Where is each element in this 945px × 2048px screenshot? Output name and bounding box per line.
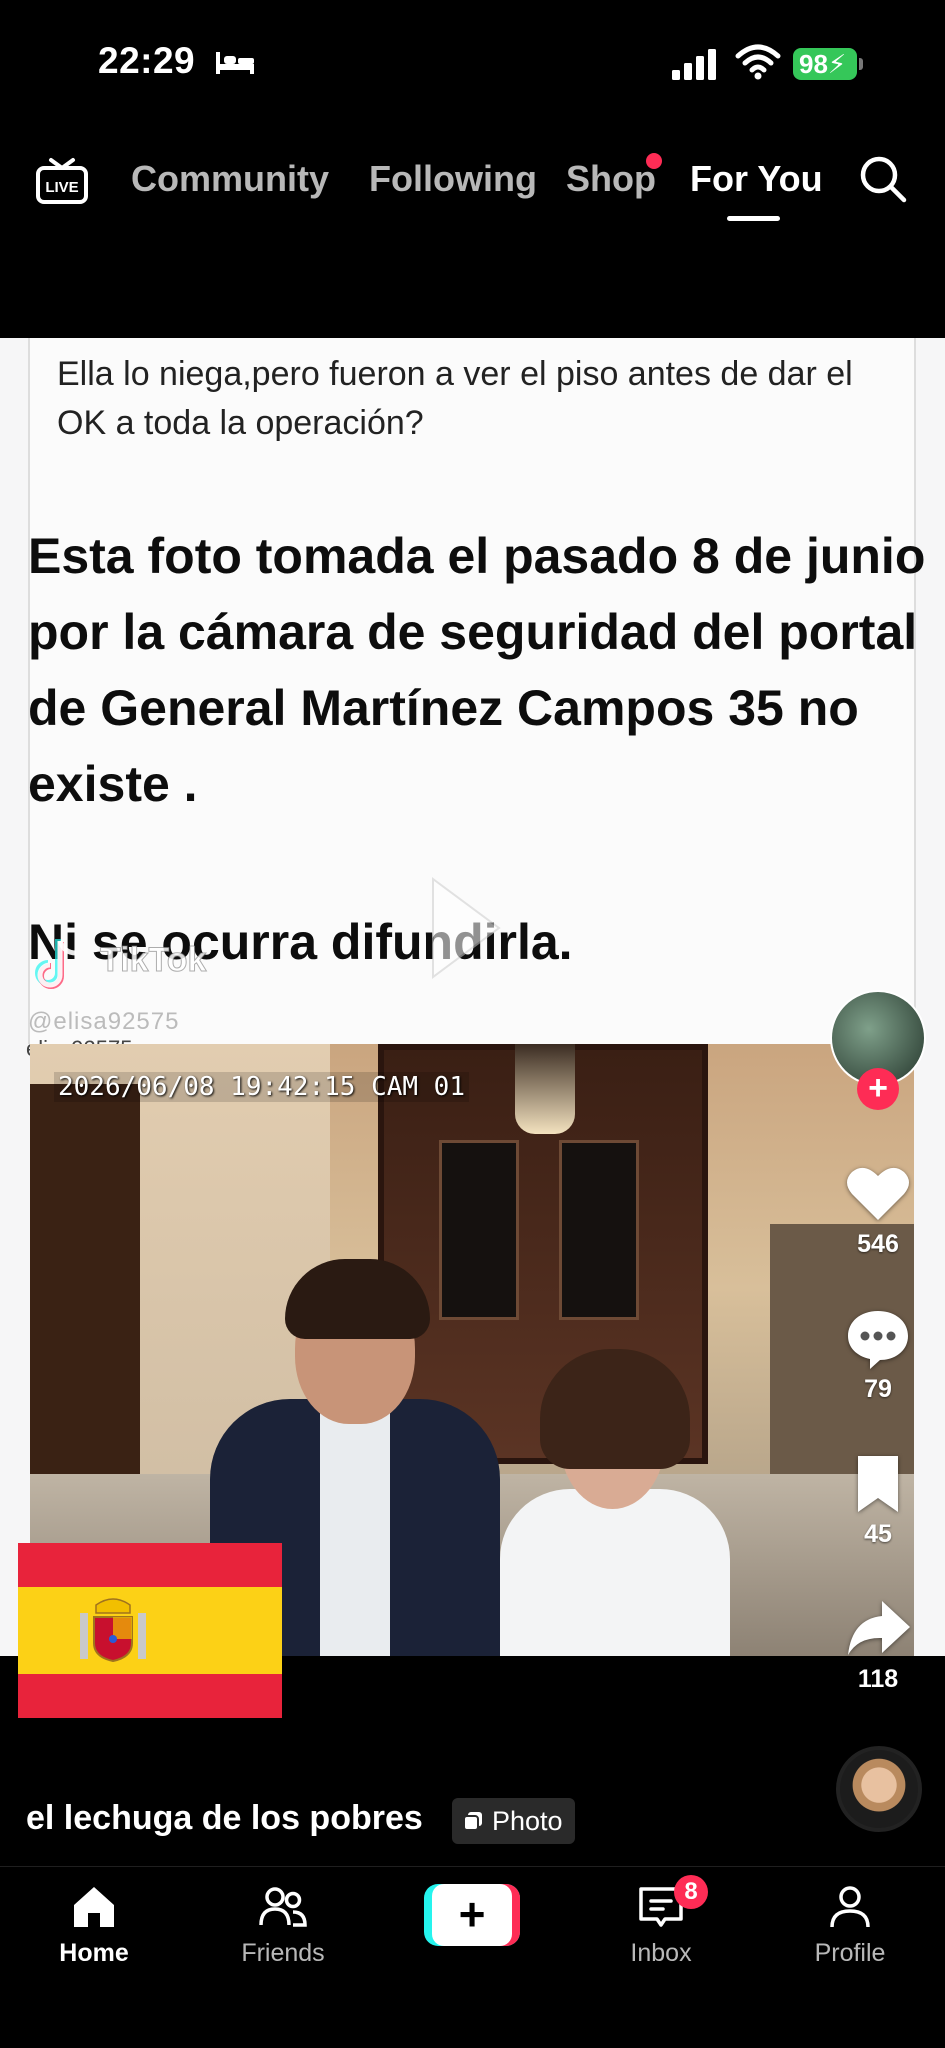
profile-icon — [830, 1886, 870, 1928]
tiktok-watermark: TikTok — [28, 933, 288, 993]
battery-indicator: 98⚡ — [793, 48, 857, 80]
post-image[interactable]: Ella lo niega,pero fueron a ver el piso … — [0, 338, 945, 1656]
home-icon — [74, 1887, 114, 1927]
create-button[interactable]: + — [424, 1884, 520, 1946]
nav-profile[interactable]: Profile — [780, 1881, 920, 1968]
live-icon[interactable]: LIVE — [34, 152, 90, 208]
tiktok-watermark-text: TikTok — [99, 941, 207, 980]
nav-profile-label: Profile — [814, 1939, 886, 1967]
photo-badge: Photo — [452, 1798, 575, 1844]
svg-text:LIVE: LIVE — [45, 179, 78, 196]
share-icon[interactable] — [844, 1595, 912, 1663]
watermark-handle: @elisa92575 — [28, 1008, 180, 1035]
nav-home-label: Home — [59, 1939, 129, 1967]
tab-following[interactable]: Following — [369, 158, 537, 200]
comment-icon[interactable] — [844, 1305, 912, 1373]
door-window-right — [559, 1140, 639, 1320]
top-nav: LIVE Community Following Shop For You — [0, 140, 945, 230]
signal-icon — [672, 49, 716, 80]
tab-for-you[interactable]: For You — [690, 158, 823, 200]
bottom-nav: Home Friends + Inbox 8 Profile — [0, 1866, 945, 2048]
nav-inbox[interactable]: Inbox — [591, 1881, 731, 1968]
heart-icon[interactable] — [844, 1160, 912, 1228]
share-action[interactable]: 118 — [836, 1595, 920, 1694]
nav-friends-label: Friends — [241, 1939, 325, 1967]
status-bar: 22:29 98⚡ — [0, 0, 945, 120]
spain-flag-icon — [18, 1543, 282, 1718]
shop-notification-dot — [646, 153, 662, 169]
active-tab-indicator — [727, 216, 780, 221]
bookmark-icon[interactable] — [844, 1450, 912, 1518]
person-man-shirt — [320, 1404, 390, 1656]
door-window-left — [439, 1140, 519, 1320]
author-username[interactable]: el lechuga de los pobres — [26, 1799, 423, 1838]
person-woman-hair — [540, 1349, 690, 1469]
cctv-lamp — [515, 1044, 575, 1134]
tab-shop[interactable]: Shop — [566, 158, 656, 200]
post-headline: Esta foto tomada el pasado 8 de junio po… — [28, 528, 926, 812]
save-count: 45 — [864, 1520, 892, 1548]
music-disc[interactable] — [836, 1746, 922, 1832]
photo-stack-icon — [463, 1812, 482, 1831]
photo-badge-label: Photo — [492, 1805, 563, 1836]
search-icon[interactable] — [858, 154, 908, 204]
inbox-badge: 8 — [674, 1875, 708, 1909]
share-count: 118 — [857, 1665, 899, 1693]
nav-inbox-label: Inbox — [630, 1939, 692, 1967]
person-woman-body — [500, 1489, 730, 1656]
battery-cap — [859, 58, 863, 70]
nav-friends[interactable]: Friends — [213, 1881, 353, 1968]
friends-icon — [259, 1887, 307, 1927]
cctv-dark-door — [30, 1084, 140, 1524]
plus-icon: + — [432, 1884, 512, 1946]
like-action[interactable]: 546 — [836, 1160, 920, 1259]
wifi-icon — [735, 44, 781, 80]
play-icon — [432, 877, 501, 979]
status-time: 22:29 — [98, 40, 196, 81]
follow-button[interactable]: + — [857, 1068, 899, 1110]
like-count: 546 — [857, 1230, 899, 1258]
post-intro-text: Ella lo niega,pero fueron a ver el piso … — [57, 355, 853, 442]
nav-home[interactable]: Home — [24, 1881, 164, 1968]
tab-community[interactable]: Community — [131, 158, 329, 200]
comment-count: 79 — [864, 1375, 892, 1403]
tiktok-logo-icon — [35, 939, 77, 989]
cctv-timestamp: 2026/06/08 19:42:15 CAM 01 — [54, 1072, 469, 1102]
save-action[interactable]: 45 — [836, 1450, 920, 1549]
comment-action[interactable]: 79 — [836, 1305, 920, 1404]
bed-icon — [216, 52, 254, 74]
